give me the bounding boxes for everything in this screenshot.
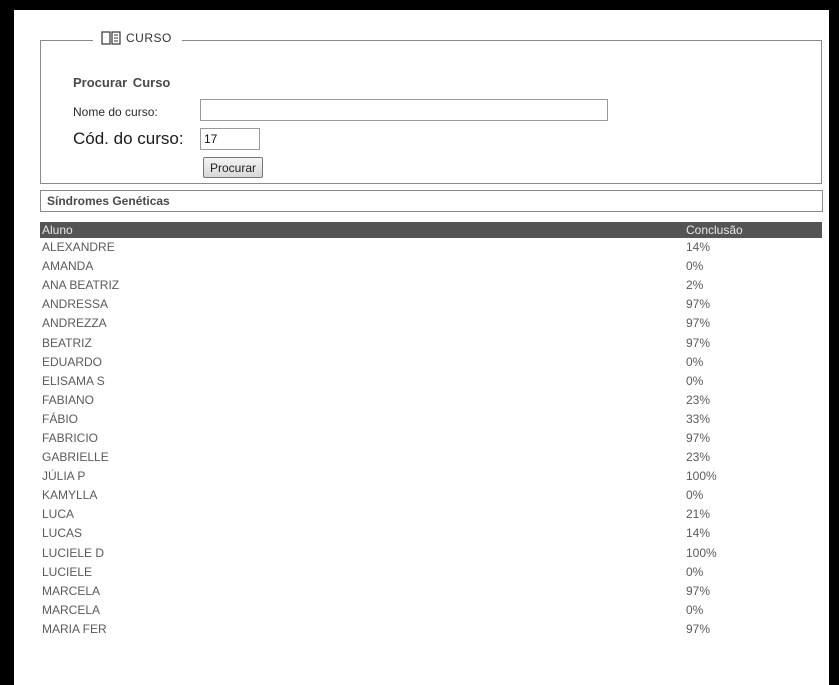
column-header-conclusao[interactable]: Conclusão — [684, 222, 822, 238]
table-row[interactable]: FABIANO 23% — [40, 391, 822, 410]
course-name-label: Nome do curso: — [73, 105, 158, 119]
completion-cell: 0% — [686, 564, 704, 579]
table-row[interactable]: ANDRESSA 97% — [40, 295, 822, 314]
table-row[interactable]: MARCELA 0% — [40, 601, 822, 620]
completion-cell: 0% — [686, 354, 704, 369]
table-row[interactable]: LUCAS 14% — [40, 524, 822, 543]
table-row[interactable]: AMANDA 0% — [40, 257, 822, 276]
completion-cell: 97% — [686, 335, 711, 350]
student-name-cell: JÚLIA P — [42, 469, 86, 484]
student-name-cell: AMANDA — [42, 259, 94, 274]
student-name-cell: KAMYLLA — [42, 488, 98, 503]
student-name-cell: ANDRESSA — [42, 297, 109, 312]
completion-cell: 97% — [686, 583, 711, 598]
table-row[interactable]: MARIA FER 97% — [40, 620, 822, 639]
column-header-aluno[interactable]: Aluno — [40, 222, 684, 238]
completion-cell: 14% — [686, 240, 711, 255]
course-name-input[interactable] — [200, 99, 608, 121]
search-button[interactable]: Procurar — [203, 157, 264, 178]
page-frame: CURSO Procurar Curso Nome do curso: Cód.… — [14, 10, 829, 685]
completion-cell: 100% — [686, 469, 717, 484]
student-name-cell: GABRIELLE — [42, 450, 109, 465]
table-body: ALEXANDRE 14% AMANDA 0% ANA BEATRIZ 2% ANDRESS… — [40, 238, 822, 639]
student-name-cell: FABRICIO — [42, 430, 99, 445]
course-search-legend: CURSO — [93, 31, 182, 45]
table-row[interactable]: LUCA 21% — [40, 505, 822, 524]
table-row[interactable]: JÚLIA P 100% — [40, 467, 822, 486]
student-name-cell: LUCAS — [42, 526, 83, 541]
completion-cell: 14% — [686, 526, 711, 541]
student-name-cell: MARIA FER — [42, 621, 107, 636]
completion-cell: 100% — [686, 545, 717, 560]
student-name-cell: BEATRIZ — [42, 335, 92, 350]
course-code-label: Cód. do curso: — [73, 129, 184, 148]
table-row[interactable]: KAMYLLA 0% — [40, 486, 822, 505]
search-title: Procurar Curso — [73, 75, 171, 90]
student-name-cell: ANA BEATRIZ — [42, 278, 120, 293]
completion-cell: 97% — [686, 316, 711, 331]
completion-cell: 0% — [686, 373, 704, 388]
table-row[interactable]: FÁBIO 33% — [40, 410, 822, 429]
completion-cell: 0% — [686, 488, 704, 503]
table-row[interactable]: EDUARDO 0% — [40, 353, 822, 372]
table-row[interactable]: LUCIELE D 100% — [40, 544, 822, 563]
student-name-cell: MARCELA — [42, 602, 101, 617]
students-table: Aluno Conclusão ALEXANDRE 14% AMANDA 0% ANA … — [40, 222, 822, 639]
table-row[interactable]: ANA BEATRIZ 2% — [40, 276, 822, 295]
student-name-cell: ANDREZZA — [42, 316, 107, 331]
course-title: Síndromes Genéticas — [40, 190, 823, 212]
student-name-cell: FÁBIO — [42, 411, 79, 426]
table-row[interactable]: GABRIELLE 23% — [40, 448, 822, 467]
table-row[interactable]: BEATRIZ 97% — [40, 333, 822, 352]
completion-cell: 97% — [686, 621, 711, 636]
table-row[interactable]: LUCIELE 0% — [40, 563, 822, 582]
completion-cell: 97% — [686, 430, 711, 445]
student-name-cell: LUCIELE D — [42, 545, 105, 560]
completion-cell: 23% — [686, 450, 711, 465]
student-name-cell: LUCIELE — [42, 564, 93, 579]
completion-cell: 2% — [686, 278, 704, 293]
legend-text: CURSO — [126, 31, 172, 45]
student-name-cell: FABIANO — [42, 392, 95, 407]
completion-cell: 0% — [686, 259, 704, 274]
completion-cell: 97% — [686, 297, 711, 312]
completion-cell: 33% — [686, 411, 711, 426]
course-code-input[interactable] — [200, 128, 260, 150]
student-name-cell: ALEXANDRE — [42, 240, 115, 255]
table-row[interactable]: ELISAMA S 0% — [40, 372, 822, 391]
student-name-cell: ELISAMA S — [42, 373, 105, 388]
book-icon — [101, 31, 121, 45]
student-name-cell: LUCA — [42, 507, 75, 522]
student-name-cell: MARCELA — [42, 583, 101, 598]
table-row[interactable]: ANDREZZA 97% — [40, 314, 822, 333]
table-header-row: Aluno Conclusão — [40, 222, 822, 238]
student-name-cell: EDUARDO — [42, 354, 103, 369]
table-row[interactable]: MARCELA 97% — [40, 582, 822, 601]
completion-cell: 0% — [686, 602, 704, 617]
completion-cell: 21% — [686, 507, 711, 522]
completion-cell: 23% — [686, 392, 711, 407]
course-search-fieldset: CURSO Procurar Curso Nome do curso: Cód.… — [40, 31, 822, 184]
table-row[interactable]: ALEXANDRE 14% — [40, 238, 822, 257]
table-row[interactable]: FABRICIO 97% — [40, 429, 822, 448]
